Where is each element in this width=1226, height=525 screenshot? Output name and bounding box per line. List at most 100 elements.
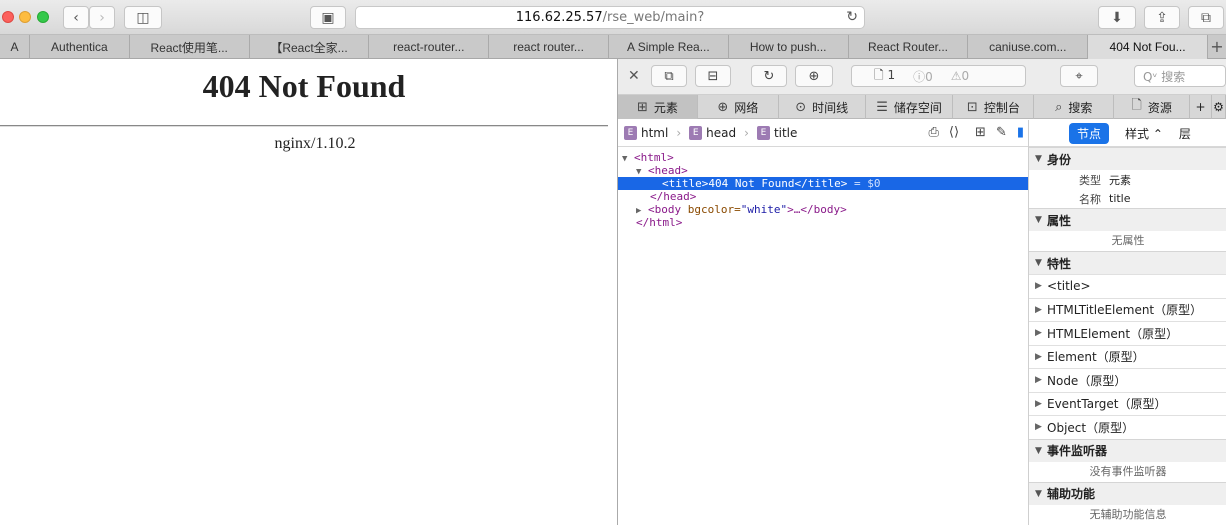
share-button[interactable]: ⇪ xyxy=(1144,6,1180,29)
paint-brush-icon[interactable]: ✎ xyxy=(996,125,1007,140)
dom-tools: ⎙ ⟨⟩ ⊞ ✎ ▮ xyxy=(928,125,1024,140)
server-version: nginx/1.10.2 xyxy=(274,135,356,152)
reload-page-button[interactable]: ↻ xyxy=(751,65,787,87)
dom-node-html-close[interactable]: </html> xyxy=(618,216,1028,229)
browser-tab[interactable]: 【React全家... xyxy=(250,35,370,59)
inspector-tab-label: 时间线 xyxy=(812,100,849,115)
dom-node-body[interactable]: ▶ <body bgcolor="white">…</body> xyxy=(618,203,1028,216)
breadcrumb-item[interactable]: Etitle xyxy=(756,126,797,140)
close-icon[interactable]: ✕ xyxy=(628,68,640,84)
new-tab-button[interactable]: + xyxy=(1208,35,1226,58)
prototype-item[interactable]: ▶ EventTarget（原型） xyxy=(1029,391,1226,416)
prototype-item[interactable]: ▶ Element（原型） xyxy=(1029,344,1226,369)
browser-tab[interactable]: 404 Not Fou... xyxy=(1088,35,1208,59)
inspect-element-button[interactable]: ⌖ xyxy=(1060,65,1098,87)
prototype-label: EventTarget（原型） xyxy=(1047,397,1167,412)
zoom-window-button[interactable] xyxy=(37,11,49,23)
prototype-item[interactable]: ▶ Node（原型） xyxy=(1029,368,1226,392)
dock-icon: ⊟ xyxy=(707,68,719,84)
inspector-tab-label: 储存空间 xyxy=(893,100,942,115)
section-identity[interactable]: ▼ 身份 xyxy=(1029,147,1226,170)
minimize-window-button[interactable] xyxy=(19,11,31,23)
forward-button[interactable]: › xyxy=(89,6,115,29)
shadow-dom-icon[interactable]: ⟨⟩ xyxy=(949,125,959,140)
gear-icon[interactable]: ⚙ xyxy=(1212,95,1226,119)
dock-button[interactable]: ⊟ xyxy=(695,65,731,87)
address-bar[interactable]: 116.62.25.57/rse_web/main? ↻ xyxy=(355,6,865,29)
browser-tab[interactable]: React Router... xyxy=(849,35,969,59)
inspector-tab[interactable]: ⊙ 时间线 xyxy=(779,95,866,119)
section-properties[interactable]: ▼ 特性 xyxy=(1029,251,1226,274)
disclosure-open-icon: ▼ xyxy=(1035,488,1042,499)
sidebar-toggle-icon[interactable]: ▮ xyxy=(1017,125,1024,140)
tab-node[interactable]: 节点 xyxy=(1069,122,1110,144)
prototype-item[interactable]: ▶ <title> xyxy=(1029,274,1226,298)
back-button[interactable]: ‹ xyxy=(63,6,89,29)
inspector-tab[interactable]: 🗋 资源 xyxy=(1114,95,1191,119)
no-attributes-text: 无属性 xyxy=(1111,234,1145,247)
document-count: 🗋 1 xyxy=(874,67,896,82)
prototype-label: Node（原型） xyxy=(1047,373,1127,388)
dom-node-html[interactable]: ▼ <html> xyxy=(618,151,1028,164)
browser-tab[interactable]: How to push... xyxy=(729,35,849,59)
section-attributes[interactable]: ▼ 属性 xyxy=(1029,208,1226,231)
page-title: 404 Not Found xyxy=(202,68,406,104)
browser-tab[interactable]: caniuse.com... xyxy=(968,35,1089,59)
browser-tab[interactable]: react-router... xyxy=(369,35,490,59)
inspector-tab[interactable]: ⊞ 元素 xyxy=(618,95,698,119)
disclosure-closed-icon: ▶ xyxy=(1035,375,1042,386)
prototype-item[interactable]: ▶ HTMLElement（原型） xyxy=(1029,321,1226,345)
close-window-button[interactable] xyxy=(2,11,14,23)
element-icon: ⊞ xyxy=(636,99,648,115)
identity-type: 类型 元素 xyxy=(1079,173,1131,187)
detach-button[interactable]: ⧉ xyxy=(651,65,687,87)
details-sidebar: 节点 样式 ⌃ 层 ▼ 身份 类型 元素 名称 title ▼ 属性 无属性 ▼ 特性 ▶… xyxy=(1028,120,1226,525)
section-event-listeners[interactable]: ▼ 事件监听器 xyxy=(1029,438,1226,462)
web-inspector: ✕ ⧉ ⊟ ↻ ⊕ 🗋 1 ⓘ0 ⚠0 ⌖ Qᵛ 搜索 ⊞ 元素 ⊕ 网络 ⊙ 时间线 ☰ 储… xyxy=(617,59,1226,525)
disclosure-open-icon: ▼ xyxy=(1035,258,1042,268)
browser-tab[interactable]: A Simple Rea... xyxy=(609,35,729,59)
sidebar-button[interactable]: ◫ xyxy=(124,6,162,29)
breadcrumb-item[interactable]: Ehtml xyxy=(624,126,668,140)
tab-layer[interactable]: 层 xyxy=(1179,125,1191,142)
issue-counters[interactable]: 🗋 1 ⓘ0 ⚠0 xyxy=(851,65,1026,87)
chevron-right-icon: › xyxy=(676,126,682,140)
reload-icon[interactable]: ↻ xyxy=(846,9,858,25)
tab-overview-button[interactable]: ⧉ xyxy=(1188,6,1224,29)
inspector-tab-label: 元素 xyxy=(653,100,678,115)
downloads-button[interactable]: ⬇ xyxy=(1098,6,1136,29)
browser-tab[interactable]: A xyxy=(0,35,30,59)
inspector-tab[interactable]: ☰ 储存空间 xyxy=(866,95,954,119)
inspector-search-input[interactable]: Qᵛ 搜索 xyxy=(1134,65,1226,87)
inspector-tab[interactable]: ⊡ 控制台 xyxy=(953,95,1035,119)
tab-strip: A Authentica React使用笔... 【React全家... react-r… xyxy=(0,35,1226,59)
browser-tab[interactable]: React使用笔... xyxy=(130,35,250,59)
browser-tab[interactable]: react router... xyxy=(489,35,609,59)
inspector-tab[interactable]: ⌕ 搜索 xyxy=(1034,95,1115,119)
prototype-item[interactable]: ▶ Object（原型） xyxy=(1029,415,1226,439)
error-icon: ⓘ xyxy=(913,69,926,84)
resource-icon: 🗋 xyxy=(1131,98,1142,113)
disclosure-closed-icon: ▶ xyxy=(1035,281,1042,292)
element-icon: E xyxy=(756,126,770,140)
add-tab-icon[interactable]: + xyxy=(1190,95,1213,119)
inspector-tab[interactable]: ⊕ 网络 xyxy=(698,95,779,119)
warning-icon: ⚠ xyxy=(950,69,962,83)
print-icon[interactable]: ⎙ xyxy=(928,125,938,140)
reader-button[interactable]: ▣ xyxy=(310,6,346,29)
section-accessibility[interactable]: ▼ 辅助功能 xyxy=(1029,481,1226,505)
prototype-item[interactable]: ▶ HTMLTitleElement（原型） xyxy=(1029,297,1226,322)
dom-node-title-selected[interactable]: <title>404 Not Found</title> = $0 xyxy=(618,177,1028,190)
browser-tab[interactable]: Authentica xyxy=(30,35,130,59)
inspector-tab-label: 资源 xyxy=(1147,100,1172,115)
dom-node-head[interactable]: ▼ <head> xyxy=(618,164,1028,177)
breadcrumb-item[interactable]: Ehead xyxy=(689,126,736,140)
layout-icon[interactable]: ⊞ xyxy=(975,125,986,140)
inspector-tab-bar: ⊞ 元素 ⊕ 网络 ⊙ 时间线 ☰ 储存空间 ⊡ 控制台 ⌕ 搜索 🗋 资源 + ⚙ xyxy=(618,95,1226,119)
tab-style[interactable]: 样式 ⌃ xyxy=(1125,125,1163,142)
download-archive-button[interactable]: ⊕ xyxy=(795,65,833,87)
disclosure-closed-icon: ▶ xyxy=(1035,422,1042,433)
document-icon: 🗋 xyxy=(874,67,884,82)
inspector-tab-label: 网络 xyxy=(734,100,759,115)
dom-node-head-close[interactable]: </head> xyxy=(618,190,1028,203)
